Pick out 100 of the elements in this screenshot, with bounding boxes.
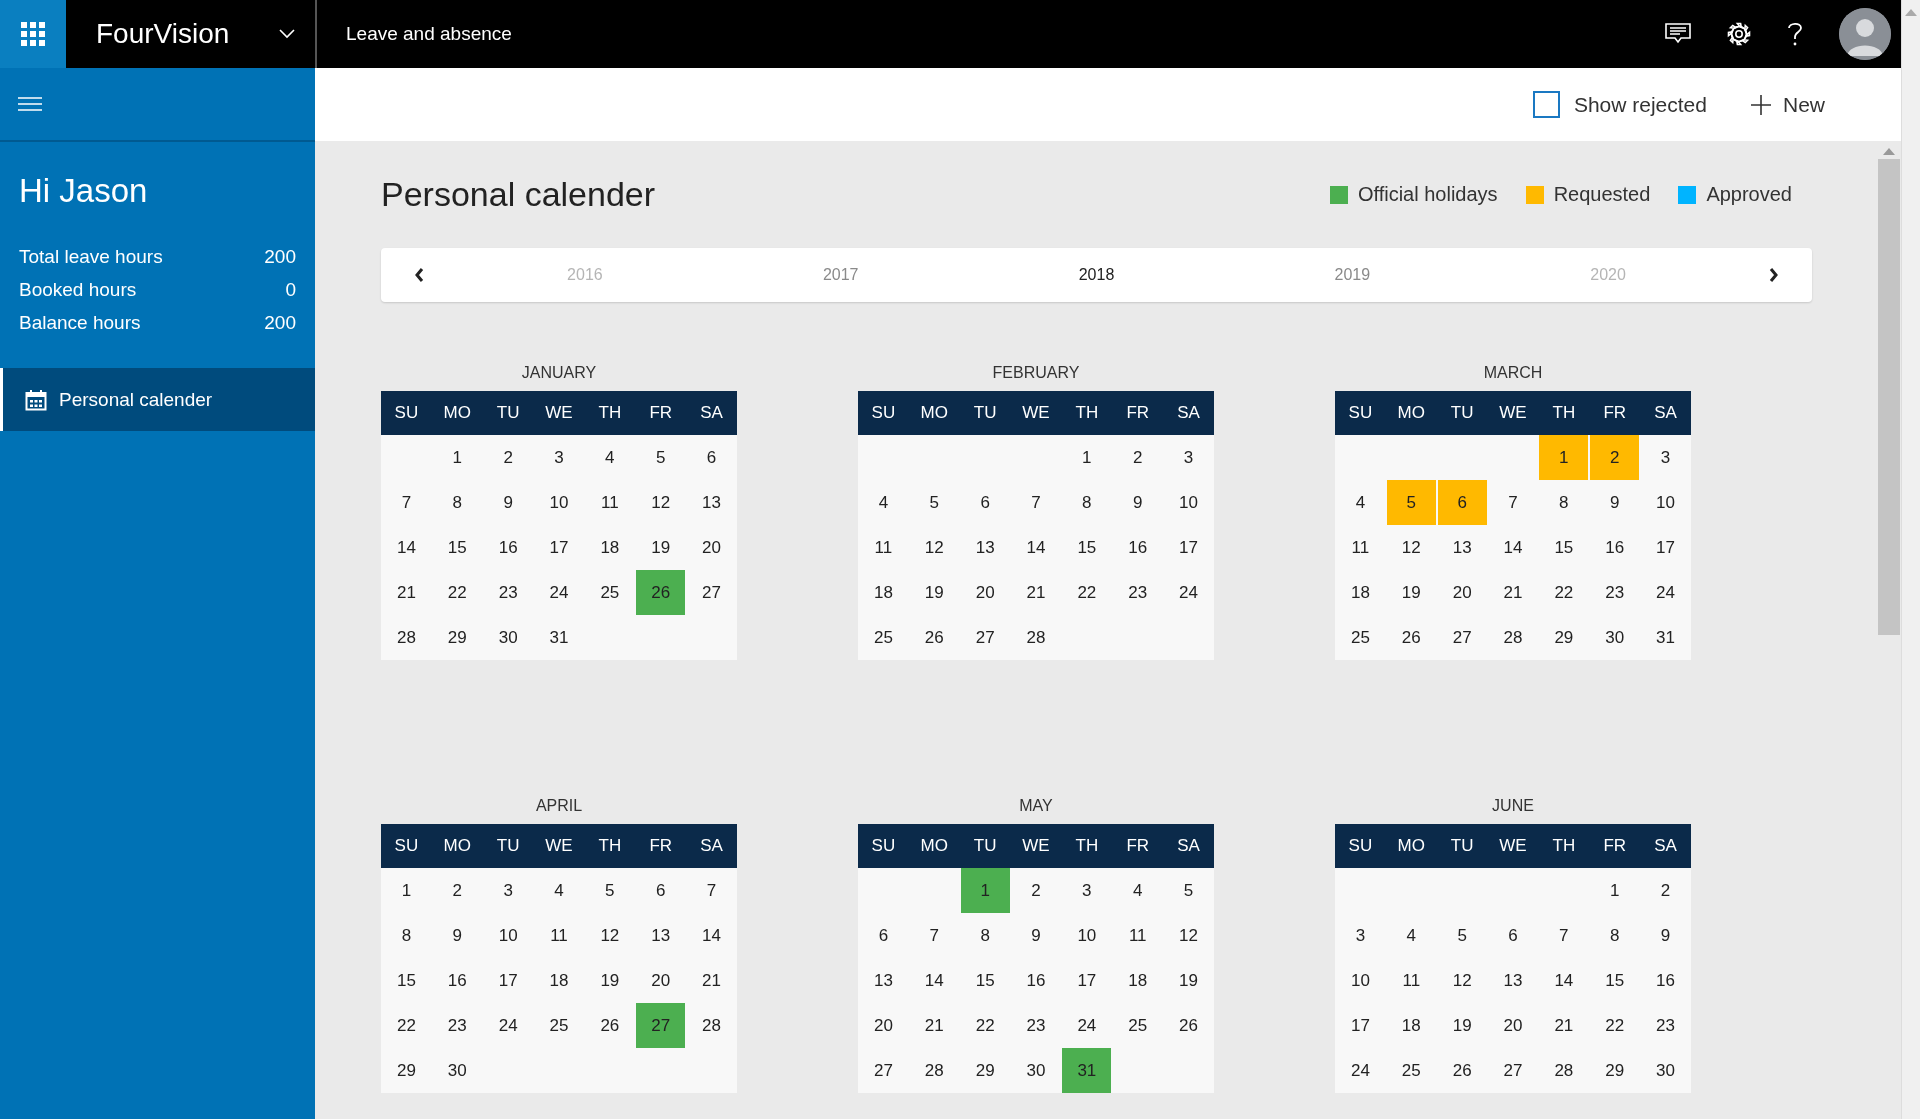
calendar-day[interactable]: 8 — [432, 480, 482, 525]
app-launcher-button[interactable] — [0, 0, 66, 68]
calendar-day[interactable]: 29 — [1590, 1048, 1640, 1093]
calendar-day[interactable]: 17 — [1062, 958, 1112, 1003]
calendar-day[interactable]: 23 — [1113, 570, 1163, 615]
calendar-day[interactable]: 25 — [534, 1003, 584, 1048]
calendar-day[interactable]: 31 — [1641, 615, 1690, 660]
calendar-day[interactable]: 29 — [382, 1048, 431, 1093]
calendar-day[interactable]: 2 — [1641, 868, 1690, 913]
calendar-day[interactable]: 6 — [687, 435, 736, 480]
calendar-day[interactable]: 16 — [1011, 958, 1061, 1003]
calendar-day[interactable]: 18 — [859, 570, 908, 615]
show-rejected-checkbox[interactable]: Show rejected — [1532, 91, 1707, 118]
calendar-day[interactable]: 28 — [687, 1003, 736, 1048]
calendar-day[interactable]: 22 — [432, 570, 482, 615]
calendar-day[interactable]: 22 — [960, 1003, 1010, 1048]
calendar-day[interactable]: 3 — [1641, 435, 1690, 480]
calendar-day[interactable]: 11 — [585, 480, 635, 525]
calendar-day[interactable]: 24 — [483, 1003, 533, 1048]
calendar-day[interactable]: 7 — [1539, 913, 1589, 958]
calendar-day[interactable]: 26 — [909, 615, 959, 660]
calendar-day[interactable]: 2 — [1590, 435, 1640, 480]
calendar-day[interactable]: 18 — [1336, 570, 1385, 615]
calendar-day[interactable]: 26 — [1164, 1003, 1213, 1048]
calendar-day[interactable]: 14 — [1539, 958, 1589, 1003]
calendar-day[interactable]: 6 — [636, 868, 686, 913]
calendar-day[interactable]: 5 — [1164, 868, 1213, 913]
calendar-day[interactable]: 31 — [1062, 1048, 1112, 1093]
calendar-day[interactable]: 24 — [534, 570, 584, 615]
calendar-day[interactable]: 22 — [1062, 570, 1112, 615]
calendar-day[interactable]: 13 — [960, 525, 1010, 570]
calendar-day[interactable]: 25 — [1386, 1048, 1436, 1093]
calendar-day[interactable]: 21 — [1011, 570, 1061, 615]
calendar-day[interactable]: 20 — [859, 1003, 908, 1048]
calendar-day[interactable]: 6 — [1437, 480, 1487, 525]
year-tab[interactable]: 2018 — [1068, 262, 1125, 288]
settings-button[interactable] — [1727, 22, 1751, 46]
calendar-day[interactable]: 2 — [483, 435, 533, 480]
calendar-day[interactable]: 12 — [1164, 913, 1213, 958]
calendar-day[interactable]: 8 — [960, 913, 1010, 958]
calendar-day[interactable]: 16 — [1113, 525, 1163, 570]
calendar-day[interactable]: 21 — [382, 570, 431, 615]
calendar-day[interactable]: 8 — [1539, 480, 1589, 525]
nav-item[interactable]: Personal calender — [0, 368, 315, 431]
calendar-day[interactable]: 12 — [636, 480, 686, 525]
calendar-day[interactable]: 8 — [1590, 913, 1640, 958]
calendar-day[interactable]: 21 — [687, 958, 736, 1003]
calendar-day[interactable]: 22 — [1590, 1003, 1640, 1048]
calendar-day[interactable]: 28 — [382, 615, 431, 660]
calendar-day[interactable]: 10 — [483, 913, 533, 958]
calendar-day[interactable]: 20 — [687, 525, 736, 570]
calendar-day[interactable]: 29 — [1539, 615, 1589, 660]
calendar-day[interactable]: 4 — [534, 868, 584, 913]
calendar-day[interactable]: 19 — [1437, 1003, 1487, 1048]
calendar-day[interactable]: 14 — [1488, 525, 1538, 570]
calendar-day[interactable]: 9 — [1590, 480, 1640, 525]
calendar-day[interactable]: 7 — [687, 868, 736, 913]
calendar-day[interactable]: 26 — [585, 1003, 635, 1048]
calendar-day[interactable]: 17 — [483, 958, 533, 1003]
calendar-day[interactable]: 24 — [1336, 1048, 1385, 1093]
calendar-day[interactable]: 9 — [1011, 913, 1061, 958]
calendar-day[interactable]: 14 — [382, 525, 431, 570]
calendar-day[interactable]: 19 — [1386, 570, 1436, 615]
calendar-day[interactable]: 15 — [382, 958, 431, 1003]
calendar-day[interactable]: 11 — [1113, 913, 1163, 958]
calendar-day[interactable]: 15 — [432, 525, 482, 570]
calendar-day[interactable]: 1 — [1539, 435, 1589, 480]
help-button[interactable] — [1787, 21, 1803, 47]
calendar-day[interactable]: 4 — [1386, 913, 1436, 958]
calendar-day[interactable]: 28 — [1011, 615, 1061, 660]
calendar-day[interactable]: 14 — [909, 958, 959, 1003]
calendar-day[interactable]: 8 — [382, 913, 431, 958]
new-button[interactable]: New — [1751, 92, 1825, 117]
calendar-day[interactable]: 27 — [859, 1048, 908, 1093]
calendar-day[interactable]: 19 — [1164, 958, 1213, 1003]
calendar-day[interactable]: 2 — [1113, 435, 1163, 480]
scroll-up-icon[interactable] — [1905, 8, 1917, 16]
calendar-day[interactable]: 23 — [1011, 1003, 1061, 1048]
calendar-day[interactable]: 23 — [1641, 1003, 1690, 1048]
calendar-day[interactable]: 26 — [1437, 1048, 1487, 1093]
calendar-day[interactable]: 7 — [1488, 480, 1538, 525]
calendar-day[interactable]: 30 — [1641, 1048, 1690, 1093]
calendar-day[interactable]: 3 — [1336, 913, 1385, 958]
calendar-day[interactable]: 30 — [432, 1048, 482, 1093]
calendar-day[interactable]: 10 — [1062, 913, 1112, 958]
calendar-day[interactable]: 25 — [859, 615, 908, 660]
calendar-day[interactable]: 4 — [859, 480, 908, 525]
calendar-day[interactable]: 1 — [432, 435, 482, 480]
calendar-day[interactable]: 21 — [1539, 1003, 1589, 1048]
calendar-day[interactable]: 31 — [534, 615, 584, 660]
calendar-day[interactable]: 10 — [534, 480, 584, 525]
calendar-day[interactable]: 13 — [687, 480, 736, 525]
calendar-day[interactable]: 13 — [859, 958, 908, 1003]
calendar-day[interactable]: 1 — [382, 868, 431, 913]
calendar-day[interactable]: 25 — [585, 570, 635, 615]
calendar-day[interactable]: 11 — [1336, 525, 1385, 570]
calendar-day[interactable]: 14 — [687, 913, 736, 958]
calendar-day[interactable]: 14 — [1011, 525, 1061, 570]
calendar-day[interactable]: 20 — [960, 570, 1010, 615]
calendar-day[interactable]: 17 — [1641, 525, 1690, 570]
